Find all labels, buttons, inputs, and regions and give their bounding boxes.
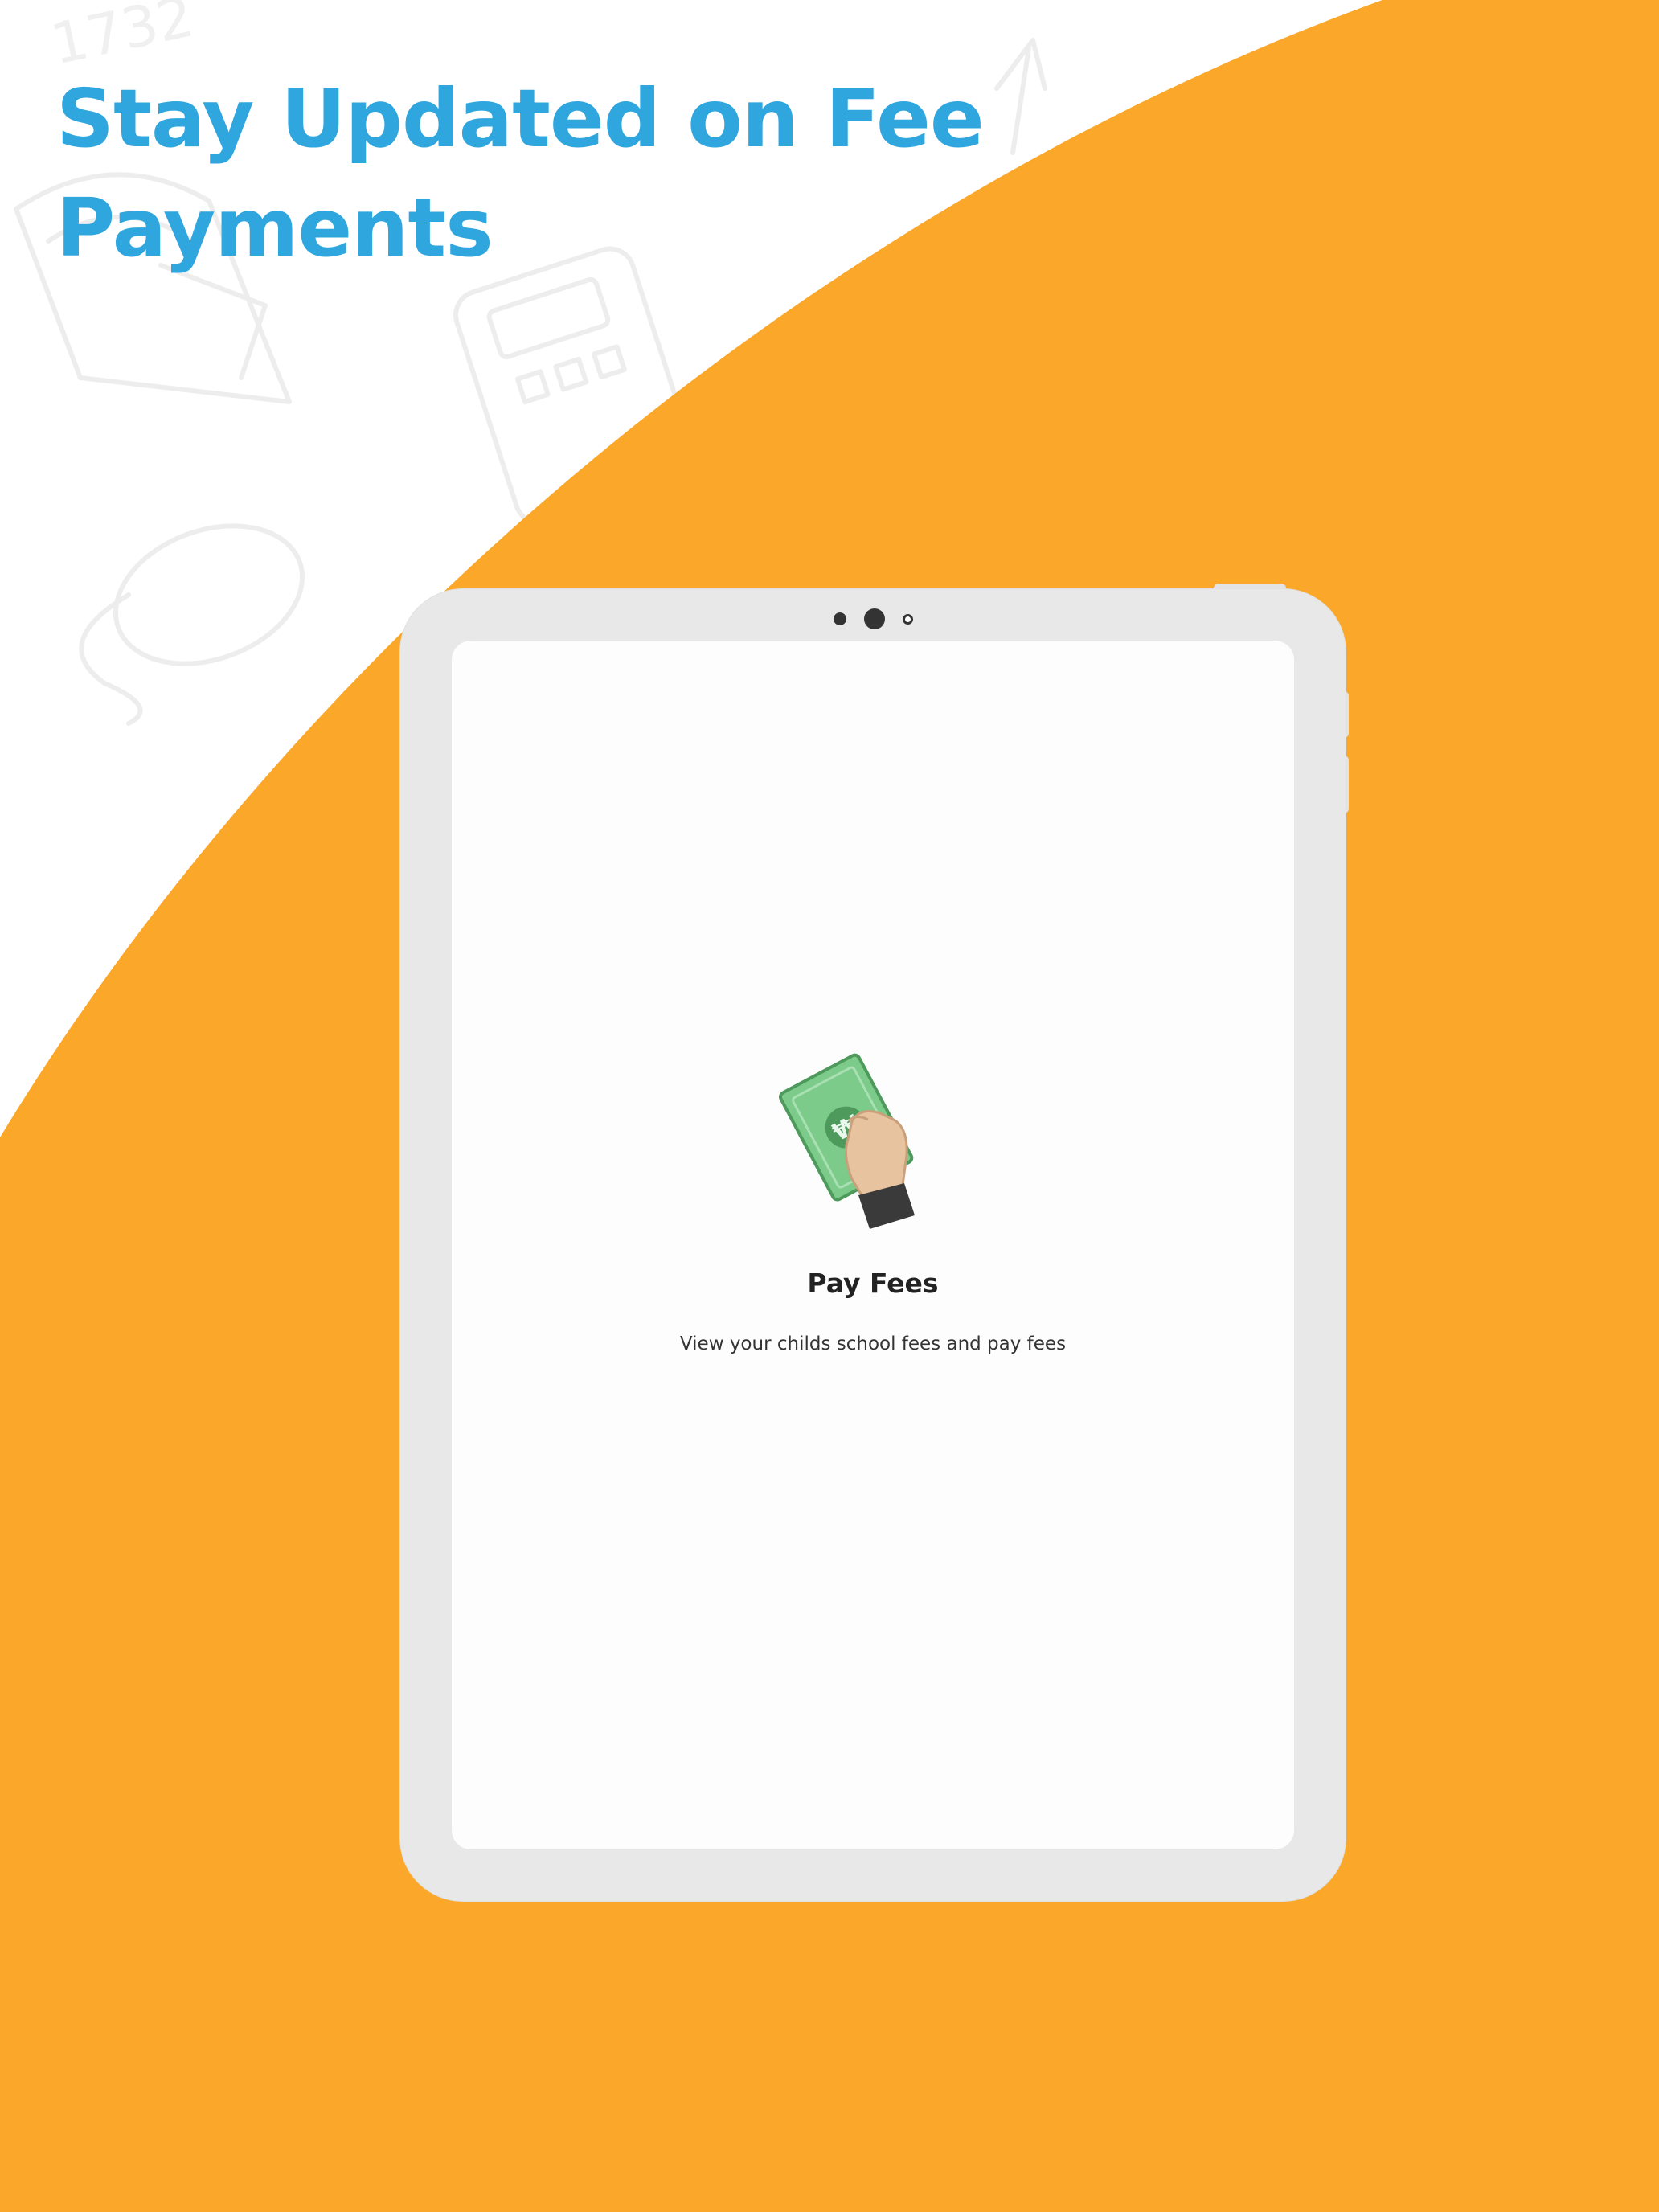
light-sensor-icon [902,613,913,625]
camera-bar [400,607,1346,631]
mouse-doodle [79,523,305,726]
camera-sensor-icon [833,612,846,625]
tablet-screen: ₩ Pay Fees View your childs school fees … [452,641,1294,1849]
hand-holding-banknote-icon: ₩ [778,1053,915,1229]
tablet-frame: ₩ Pay Fees View your childs school fees … [400,589,1346,1901]
screen-title: Pay Fees [807,1268,939,1299]
camera-lens-icon [863,608,885,629]
screen-subtitle: View your childs school fees and pay fee… [679,1333,1067,1354]
headline: Stay Updated on Fee Payments [56,72,985,275]
